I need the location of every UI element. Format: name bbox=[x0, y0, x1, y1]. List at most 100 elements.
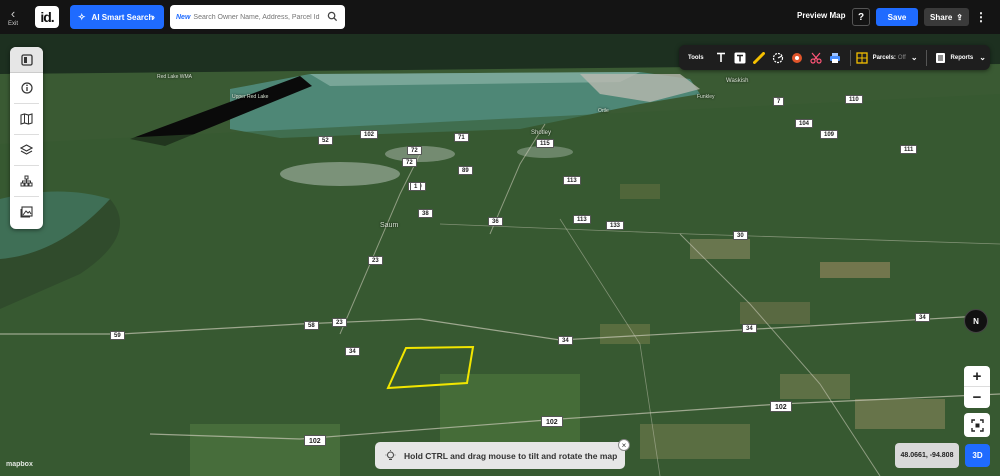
place-label: Funkley bbox=[697, 94, 715, 100]
image-gallery-icon bbox=[20, 206, 33, 218]
exit-label: Exit bbox=[7, 20, 18, 27]
compass-button[interactable]: N bbox=[964, 309, 988, 333]
road-shield: 133 bbox=[606, 221, 625, 230]
road-shield: 115 bbox=[536, 139, 554, 148]
road-shield: 23 bbox=[332, 318, 347, 327]
sidebar-panel-icon bbox=[20, 53, 33, 66]
info-icon bbox=[20, 82, 33, 94]
parcels-label: Parcels: bbox=[872, 54, 896, 61]
chevron-left-icon: ‹ bbox=[10, 5, 16, 21]
chevron-down-icon: ⌄ bbox=[979, 53, 986, 62]
zoom-controls: + − bbox=[964, 366, 990, 408]
road-shield: 34 bbox=[915, 313, 930, 322]
road-shield: 36 bbox=[488, 217, 503, 226]
tilt-hint-toast: Hold CTRL and drag mouse to tilt and rot… bbox=[375, 442, 625, 469]
road-shield: 113 bbox=[573, 215, 591, 224]
chevron-down-icon: ⌄ bbox=[910, 53, 918, 62]
zoom-out-button[interactable]: − bbox=[964, 387, 990, 408]
share-label: Share bbox=[930, 12, 953, 22]
road-shield: 104 bbox=[795, 119, 814, 128]
road-shield: 1 bbox=[410, 182, 422, 191]
reports-dropdown[interactable]: Reports ⌄ bbox=[935, 52, 986, 64]
reports-label: Reports bbox=[950, 54, 974, 61]
road-shield: 34 bbox=[345, 347, 360, 356]
print-button[interactable] bbox=[826, 49, 844, 67]
place-label: Waskish bbox=[726, 78, 749, 84]
tools-panel: Tools Parcels: Off ⌄ Reports ⌄ bbox=[679, 45, 990, 70]
road-shield: 102 bbox=[541, 416, 563, 427]
map-canvas[interactable]: Saum Shotley Waskish Upper Red Lake Red … bbox=[0, 34, 1000, 476]
parcels-toggle[interactable]: Parcels: Off ⌄ bbox=[855, 51, 918, 64]
text-box-icon bbox=[734, 52, 746, 63]
search-bar[interactable]: New bbox=[170, 5, 345, 29]
hint-close-button[interactable]: × bbox=[618, 439, 630, 451]
map-icon bbox=[20, 113, 33, 125]
road-shield: 110 bbox=[845, 95, 863, 104]
zoom-in-button[interactable]: + bbox=[964, 366, 990, 387]
chevron-right-icon: › bbox=[152, 12, 155, 22]
road-shield: 102 bbox=[360, 130, 379, 139]
road-shield: 59 bbox=[110, 331, 125, 340]
radius-tool-button[interactable] bbox=[769, 49, 787, 67]
road-shield: 72 bbox=[407, 146, 422, 155]
layers-button[interactable] bbox=[10, 135, 43, 165]
sparkle-icon: ✧ bbox=[78, 11, 86, 22]
road-shield: 34 bbox=[558, 336, 573, 345]
three-d-toggle-button[interactable]: 3D bbox=[965, 444, 990, 467]
panel-toggle-button[interactable] bbox=[10, 47, 43, 73]
new-badge: New bbox=[176, 13, 191, 21]
map-view-button[interactable] bbox=[10, 104, 43, 134]
text-tool-button[interactable] bbox=[712, 49, 730, 67]
more-options-button[interactable]: ⋮ bbox=[975, 8, 987, 26]
place-label: Red Lake WMA bbox=[157, 74, 193, 80]
cut-tool-button[interactable] bbox=[807, 49, 825, 67]
road-shield: 30 bbox=[733, 231, 748, 240]
parcels-state: Off bbox=[897, 54, 906, 61]
report-document-icon bbox=[935, 52, 945, 63]
app-logo[interactable]: id. bbox=[35, 6, 59, 28]
place-label: Ortle bbox=[598, 108, 609, 114]
ai-smart-search-button[interactable]: ✧ AI Smart Search › bbox=[70, 5, 164, 29]
left-toolbar bbox=[10, 47, 43, 229]
exit-button[interactable]: ‹ Exit bbox=[0, 0, 26, 34]
coordinates-readout: 48.0661, -94.808 bbox=[895, 443, 959, 468]
lightbulb-icon bbox=[385, 449, 396, 460]
help-button[interactable]: ? bbox=[852, 8, 870, 26]
road-shield: 7 bbox=[773, 97, 785, 106]
text-box-tool-button[interactable] bbox=[731, 49, 749, 67]
layers-icon bbox=[20, 144, 33, 155]
road-shield: 113 bbox=[563, 176, 581, 185]
parcel-grid-icon bbox=[855, 51, 868, 64]
road-shield: 89 bbox=[458, 166, 473, 175]
road-shield: 52 bbox=[318, 136, 333, 145]
hierarchy-icon bbox=[20, 175, 33, 187]
measure-tool-button[interactable] bbox=[750, 49, 768, 67]
tools-label: Tools bbox=[688, 54, 704, 61]
divider bbox=[925, 49, 927, 66]
search-input[interactable] bbox=[193, 13, 334, 21]
search-icon[interactable] bbox=[327, 11, 338, 22]
preview-map-button[interactable]: Preview Map bbox=[797, 11, 845, 20]
road-shield: 102 bbox=[770, 401, 792, 412]
ai-smart-search-label: AI Smart Search bbox=[91, 12, 154, 22]
road-shield: 38 bbox=[418, 209, 433, 218]
north-label: N bbox=[973, 316, 979, 326]
share-button[interactable]: Share ⇪ bbox=[924, 8, 969, 26]
pin-tool-button[interactable] bbox=[788, 49, 806, 67]
text-icon bbox=[716, 52, 725, 62]
info-button[interactable] bbox=[10, 73, 43, 103]
road-shield: 109 bbox=[820, 130, 839, 139]
mapbox-attribution[interactable]: mapbox bbox=[6, 461, 33, 468]
printer-icon bbox=[829, 52, 840, 63]
place-label: Shotley bbox=[531, 130, 552, 136]
place-label: Saum bbox=[380, 222, 399, 229]
hierarchy-button[interactable] bbox=[10, 166, 43, 196]
road-shield: 102 bbox=[304, 435, 326, 446]
road-shield: 23 bbox=[368, 256, 383, 265]
image-gallery-button[interactable] bbox=[10, 197, 43, 227]
recenter-button[interactable] bbox=[964, 413, 990, 437]
place-label: Upper Red Lake bbox=[232, 94, 269, 100]
target-pin-icon bbox=[791, 52, 802, 63]
focus-frame-icon bbox=[970, 418, 984, 432]
save-button[interactable]: Save bbox=[876, 8, 918, 26]
